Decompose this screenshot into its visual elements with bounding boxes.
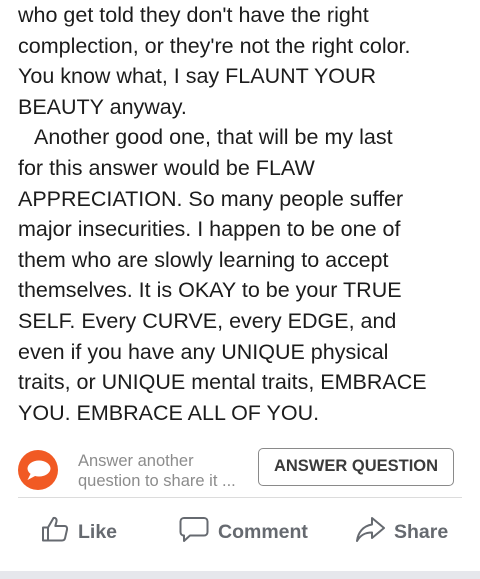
share-prompt-text: Answer another question to share it ... [78,451,236,491]
share-label: Share [394,520,449,543]
share-prompt-line: Answer another [78,452,194,470]
share-prompt-row: Answer another question to share it ... … [18,446,462,494]
post-line: themselves. It is OKAY to be your TRUE [18,278,402,303]
post-line: BEAUTY anyway. [18,94,187,119]
share-arrow-icon [354,514,386,550]
post-line: Another good one, that will be my last [34,125,393,150]
share-button[interactable]: Share [354,510,448,554]
comment-button[interactable]: Comment [178,510,308,554]
like-button[interactable]: Like [40,510,117,554]
post-line: You know what, I say FLAUNT YOUR [18,64,377,89]
post-line: for this answer would be FLAW [18,155,315,180]
share-prompt-line: question to share it ... [78,472,236,490]
post-line: who get told they don't have the right [18,3,369,27]
post-line: complection, or they're not the right co… [18,33,411,58]
post-actions-bar: Like Comment Share [0,510,480,554]
answer-question-button[interactable]: ANSWER QUESTION [258,448,454,486]
post-line: major insecurities. I happen to be one o… [18,217,401,242]
post-line: APPRECIATION. So many people suffer [18,186,404,211]
like-label: Like [78,520,118,543]
speech-bubble-icon [18,450,58,490]
post-line: YOU. EMBRACE ALL OF YOU. [18,400,320,425]
post-body: who get told they don't have the right c… [18,0,470,428]
thumbs-up-icon [40,514,70,550]
bottom-separator-bar [0,571,480,579]
post-line: even if you have any UNIQUE physical [18,339,389,364]
post-line: SELF. Every CURVE, every EDGE, and [18,308,397,333]
comment-bubble-icon [178,514,210,550]
post-line: traits, or UNIQUE mental traits, EMBRACE [18,370,427,395]
post-line: them who are slowly learning to accept [18,247,389,272]
comment-label: Comment [218,520,308,543]
divider [18,497,462,498]
post-page: who get told they don't have the right c… [0,0,480,579]
